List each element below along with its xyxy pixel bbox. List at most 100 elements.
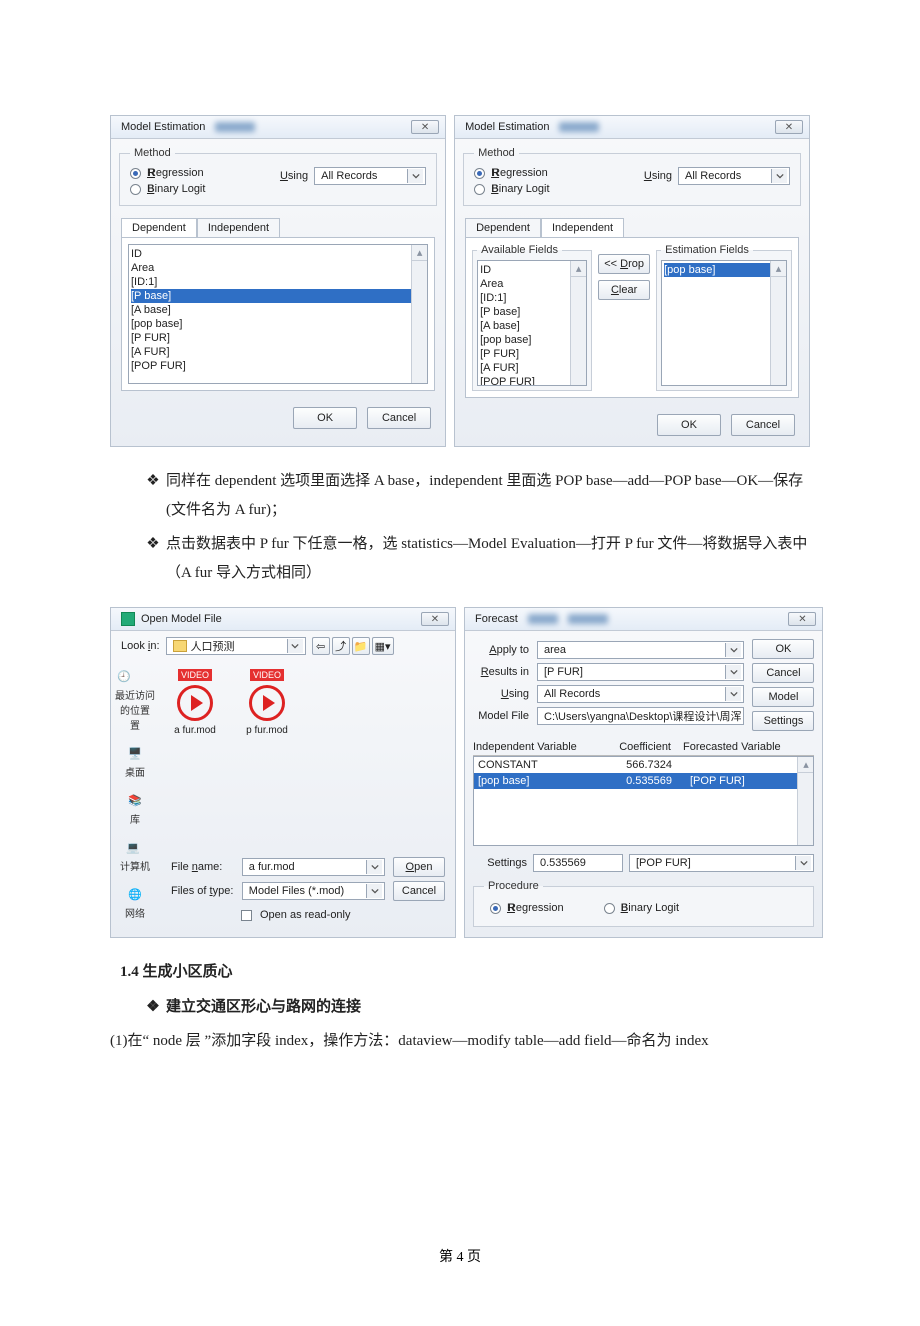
- file-name: a fur.mod: [167, 725, 223, 736]
- list-item[interactable]: [POP FUR]: [131, 359, 425, 373]
- list-item[interactable]: [pop base]: [131, 317, 425, 331]
- modelfile-input[interactable]: C:\Users\yangna\Desktop\课程设计\周浑: [537, 707, 744, 725]
- filetype-select[interactable]: Model Files (*.mod): [242, 882, 385, 900]
- using-select[interactable]: All Records: [314, 167, 426, 185]
- recent-icon[interactable]: 🕘: [111, 665, 137, 687]
- scrollbar[interactable]: ▴: [797, 757, 813, 845]
- radio-binary[interactable]: BBinary Logit: [130, 181, 205, 197]
- close-icon[interactable]: ✕: [411, 120, 439, 134]
- filename-input[interactable]: a fur.mod: [242, 858, 385, 876]
- library-icon[interactable]: 📚: [122, 789, 148, 811]
- scrollbar[interactable]: ▴: [411, 245, 427, 383]
- clear-button[interactable]: Clear: [598, 280, 650, 300]
- blurred-area: [559, 122, 599, 132]
- cell: [POP FUR]: [684, 774, 813, 788]
- table-row[interactable]: [pop base] 0.535569 [POP FUR]: [474, 773, 813, 789]
- list-item[interactable]: [pop base]: [664, 263, 784, 277]
- paragraph: (1)在“ node 层 ”添加字段 index，操作方法：dataview—m…: [110, 1027, 810, 1056]
- list-item[interactable]: [P base]: [131, 289, 425, 303]
- cancel-button[interactable]: Cancel: [367, 407, 431, 429]
- desktop-icon[interactable]: 🖥️: [122, 742, 148, 764]
- using-select[interactable]: All Records: [537, 685, 744, 703]
- list-item[interactable]: [ID:1]: [480, 291, 584, 305]
- list-item[interactable]: [P FUR]: [131, 331, 425, 345]
- network-icon[interactable]: 🌐: [122, 883, 148, 905]
- estimation-listbox[interactable]: [pop base] ▴: [661, 260, 787, 386]
- radio-icon: [474, 184, 485, 195]
- computer-icon[interactable]: 💻: [120, 836, 146, 858]
- ok-button[interactable]: OK: [293, 407, 357, 429]
- radio-binary[interactable]: BBinary Logit: [474, 181, 549, 197]
- radio-regression[interactable]: RRegression: [130, 165, 205, 181]
- radio-regression[interactable]: RRegression: [490, 900, 564, 916]
- bullet-text: 点击数据表中 P fur 下任意一格，选 statistics—Model Ev…: [166, 530, 810, 587]
- checkbox[interactable]: [241, 910, 252, 921]
- file-item[interactable]: VIDEO p fur.mod: [239, 669, 295, 851]
- settings-input-1[interactable]: 0.535569: [533, 854, 623, 872]
- chevron-down-icon: [366, 884, 382, 898]
- fields-listbox[interactable]: ID Area [ID:1] [P base] [A base] [pop ba…: [128, 244, 428, 384]
- tab-dependent[interactable]: Dependent: [465, 218, 541, 237]
- list-item[interactable]: Area: [480, 277, 584, 291]
- file-item[interactable]: VIDEO a fur.mod: [167, 669, 223, 851]
- video-badge: VIDEO: [250, 669, 284, 681]
- blurred-area: [215, 122, 255, 132]
- tab-independent[interactable]: Independent: [541, 218, 624, 237]
- close-icon[interactable]: ✕: [421, 612, 449, 626]
- fieldset-legend: Available Fields: [477, 244, 562, 256]
- up-icon[interactable]: ⤴: [332, 637, 350, 655]
- list-item[interactable]: [pop base]: [480, 333, 584, 347]
- resultsin-select[interactable]: [P FUR]: [537, 663, 744, 681]
- settings-button[interactable]: Settings: [752, 711, 814, 731]
- list-item[interactable]: [P base]: [480, 305, 584, 319]
- radio-binary[interactable]: BBinary Logit: [604, 900, 679, 916]
- scrollbar[interactable]: ▴: [570, 261, 586, 385]
- available-listbox[interactable]: ID Area [ID:1] [P base] [A base] [pop ba…: [477, 260, 587, 386]
- table-row[interactable]: CONSTANT 566.7324: [474, 757, 813, 773]
- tab-dependent[interactable]: Dependent: [121, 218, 197, 237]
- list-item[interactable]: [A FUR]: [480, 361, 584, 375]
- tab-independent[interactable]: Independent: [197, 218, 280, 237]
- list-item[interactable]: [A base]: [131, 303, 425, 317]
- titlebar[interactable]: Open Model File ✕: [111, 608, 455, 631]
- estimation-fields: Estimation Fields [pop base] ▴: [656, 244, 792, 391]
- radio-regression[interactable]: RRegression: [474, 165, 549, 181]
- list-item[interactable]: Area: [131, 261, 425, 275]
- titlebar[interactable]: Model Estimation ✕: [455, 116, 809, 139]
- cancel-button[interactable]: Cancel: [731, 414, 795, 436]
- using-select[interactable]: All Records: [678, 167, 790, 185]
- applyto-select[interactable]: area: [537, 641, 744, 659]
- lookin-label: Look in:: [121, 640, 160, 652]
- list-item[interactable]: [A base]: [480, 319, 584, 333]
- list-item[interactable]: [A FUR]: [131, 345, 425, 359]
- ok-button[interactable]: OK: [657, 414, 721, 436]
- drop-button[interactable]: << Drop: [598, 254, 650, 274]
- lookin-select[interactable]: 人口预测: [166, 637, 306, 655]
- file-list[interactable]: VIDEO a fur.mod VIDEO p fur.mod: [159, 661, 455, 851]
- titlebar[interactable]: Forecast ✕: [465, 608, 822, 631]
- close-icon[interactable]: ✕: [775, 120, 803, 134]
- close-icon[interactable]: ✕: [788, 612, 816, 626]
- places-sidebar: 🕘最近访问的位置置 🖥️桌面 📚库 💻计算机 🌐网络: [111, 661, 159, 851]
- video-badge: VIDEO: [178, 669, 212, 681]
- list-item[interactable]: [P FUR]: [480, 347, 584, 361]
- back-icon[interactable]: ⇦: [312, 637, 330, 655]
- scrollbar[interactable]: ▴: [770, 261, 786, 385]
- select-value: [P FUR]: [544, 666, 583, 678]
- settings-input-2[interactable]: [POP FUR]: [629, 854, 814, 872]
- cancel-button[interactable]: Cancel: [393, 881, 445, 901]
- open-button[interactable]: Open: [393, 857, 445, 877]
- list-item[interactable]: [ID:1]: [131, 275, 425, 289]
- list-item[interactable]: ID: [480, 263, 584, 277]
- ok-button[interactable]: OK: [752, 639, 814, 659]
- newfolder-icon[interactable]: 📁: [352, 637, 370, 655]
- list-item[interactable]: [POP FUR]: [480, 375, 584, 386]
- col-header: Coefficient: [593, 741, 683, 753]
- forecast-table[interactable]: CONSTANT 566.7324 [pop base] 0.535569 [P…: [473, 756, 814, 846]
- model-button[interactable]: Model: [752, 687, 814, 707]
- bullet-text: 同样在 dependent 选项里面选择 A base，independent …: [166, 467, 810, 524]
- list-item[interactable]: ID: [131, 247, 425, 261]
- views-icon[interactable]: ▦▾: [372, 637, 394, 655]
- titlebar[interactable]: Model Estimation ✕: [111, 116, 445, 139]
- cancel-button[interactable]: Cancel: [752, 663, 814, 683]
